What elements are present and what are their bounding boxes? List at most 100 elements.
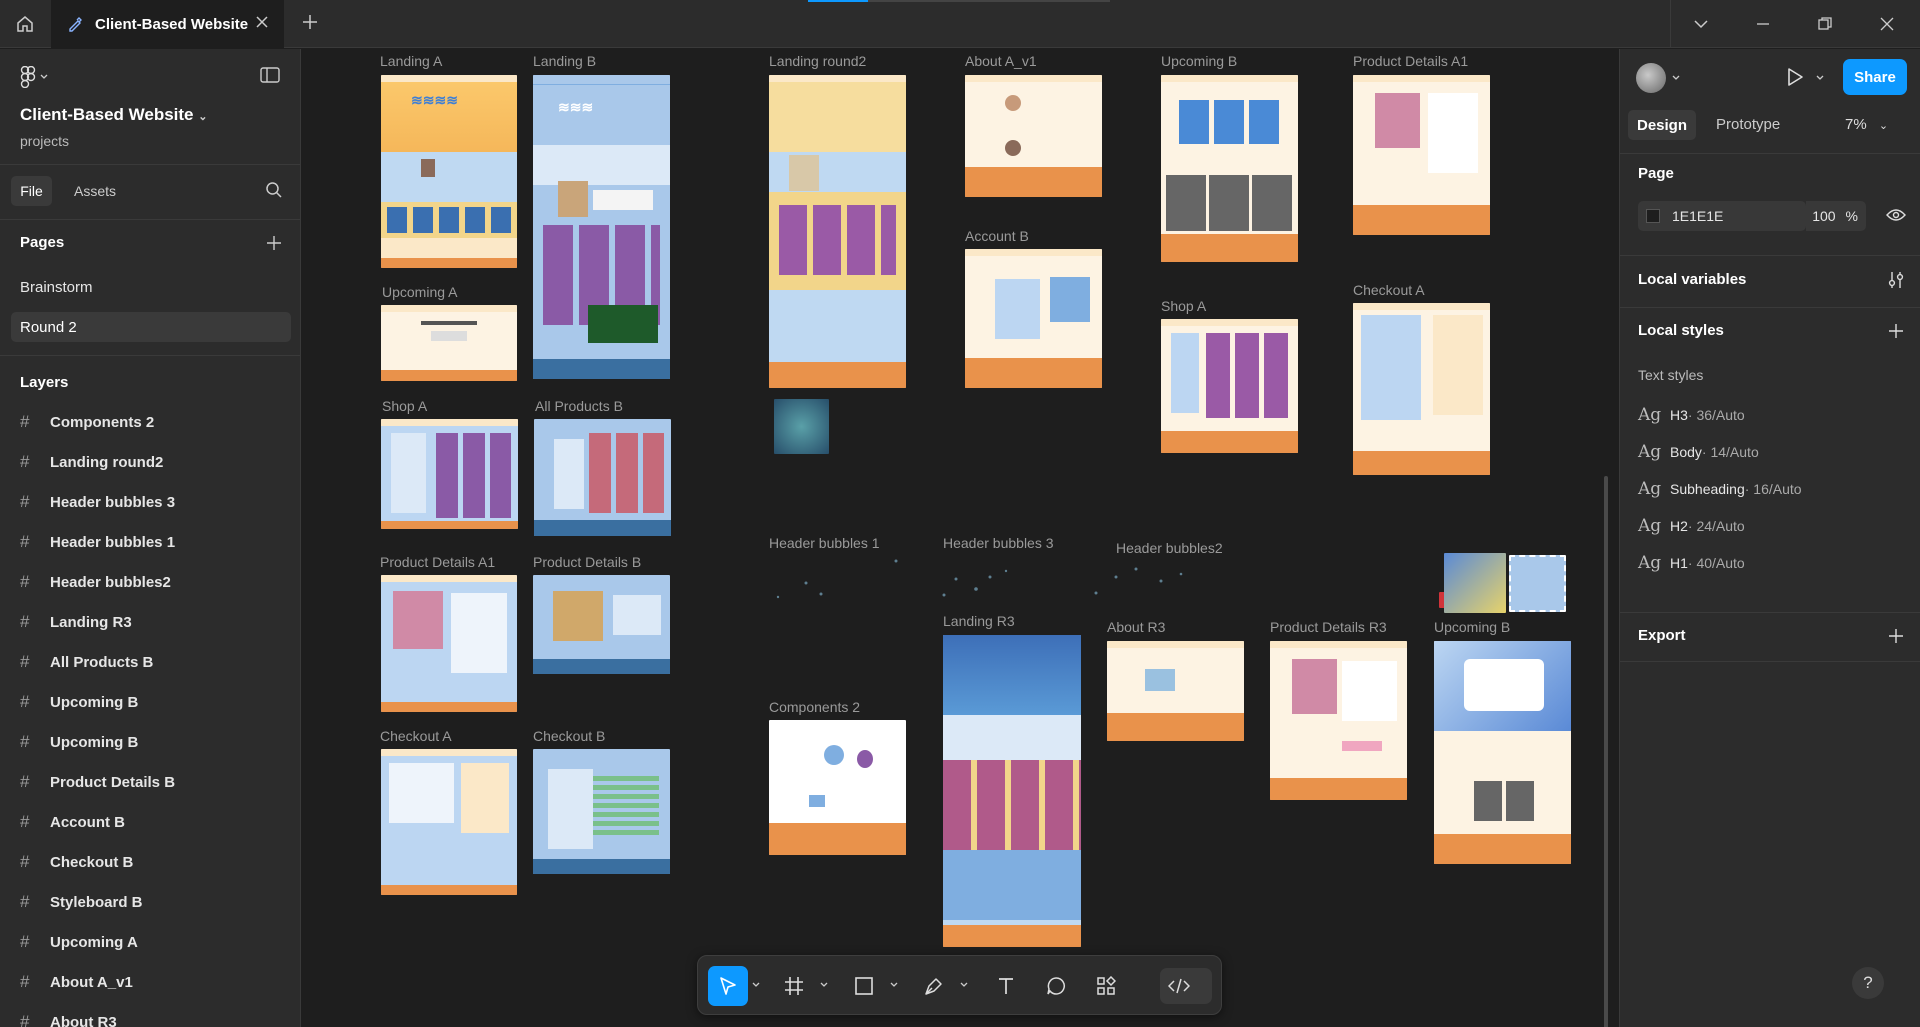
- layer-item[interactable]: # Components 2: [20, 412, 154, 432]
- chevron-down-icon[interactable]: [820, 982, 828, 988]
- frame-label[interactable]: Landing round2: [769, 53, 866, 69]
- layer-item[interactable]: # Header bubbles 3: [20, 492, 175, 512]
- page-item-round-2[interactable]: Round 2: [11, 312, 291, 342]
- restore-button[interactable]: [1794, 0, 1856, 48]
- search-layers-button[interactable]: [265, 181, 283, 199]
- page-opacity-field[interactable]: 100%: [1806, 201, 1866, 231]
- layer-item[interactable]: # Product Details B: [20, 772, 175, 792]
- tab-design[interactable]: Design: [1628, 110, 1696, 140]
- image-thumbnail[interactable]: [774, 399, 829, 454]
- frame-about-r3[interactable]: [1107, 641, 1244, 741]
- share-button[interactable]: Share: [1843, 59, 1907, 95]
- layer-item[interactable]: # Upcoming B: [20, 732, 138, 752]
- layer-item[interactable]: # About A_v1: [20, 972, 133, 992]
- avatar[interactable]: [1636, 63, 1666, 93]
- text-tool-button[interactable]: [988, 966, 1024, 1006]
- chevron-down-icon[interactable]: [1816, 75, 1824, 81]
- canvas[interactable]: Landing A ≋≋≋≋ Landing B ≋≋≋ Upcoming A …: [301, 49, 1619, 1027]
- project-folder[interactable]: projects: [20, 133, 69, 149]
- add-style-button[interactable]: [1888, 323, 1904, 339]
- frame-label[interactable]: Components 2: [769, 699, 860, 715]
- frame-product-details-a1[interactable]: [381, 575, 517, 712]
- promo-image[interactable]: [1444, 553, 1506, 613]
- frame-label[interactable]: Account B: [965, 228, 1029, 244]
- chevron-down-icon[interactable]: [960, 982, 968, 988]
- frame-label[interactable]: About A_v1: [965, 53, 1037, 69]
- frame-components-2[interactable]: [769, 720, 906, 855]
- frame-label[interactable]: Upcoming B: [1161, 53, 1237, 69]
- frame-product-details-b[interactable]: [533, 575, 670, 674]
- frame-checkout-b[interactable]: [533, 749, 670, 874]
- layer-item[interactable]: # About R3: [20, 1012, 117, 1027]
- layer-item[interactable]: # Upcoming A: [20, 932, 138, 952]
- frame-checkout-a-2[interactable]: [1353, 303, 1490, 475]
- frame-landing-b[interactable]: ≋≋≋: [533, 75, 670, 379]
- frame-label[interactable]: Landing A: [380, 53, 442, 69]
- frame-label[interactable]: Checkout B: [533, 728, 605, 744]
- frame-label[interactable]: Landing R3: [943, 613, 1015, 629]
- frame-label[interactable]: About R3: [1107, 619, 1165, 635]
- chevron-down-icon[interactable]: [1672, 75, 1680, 81]
- tabs-dropdown-button[interactable]: [1670, 0, 1732, 48]
- frame-landing-r3[interactable]: [943, 635, 1081, 947]
- tab-assets[interactable]: Assets: [74, 183, 116, 199]
- frame-all-products-b[interactable]: [534, 419, 671, 536]
- dev-mode-toggle[interactable]: [1160, 968, 1212, 1004]
- shape-tool-button[interactable]: [846, 966, 882, 1006]
- project-title[interactable]: Client-Based Website ⌄: [20, 105, 207, 125]
- zoom-dropdown[interactable]: 7% ⌄: [1845, 116, 1888, 133]
- frame-label[interactable]: Upcoming B: [1434, 619, 1510, 635]
- frame-label[interactable]: All Products B: [535, 398, 623, 414]
- frame-label[interactable]: Checkout A: [380, 728, 452, 744]
- pen-tool-button[interactable]: [916, 966, 952, 1006]
- frame-product-details-a1-2[interactable]: [1353, 75, 1490, 235]
- frame-upcoming-a[interactable]: [381, 305, 517, 381]
- present-button[interactable]: [1786, 67, 1804, 87]
- frame-upcoming-b-2[interactable]: [1434, 641, 1571, 864]
- layer-item[interactable]: # Upcoming B: [20, 692, 138, 712]
- page-color-field[interactable]: 1E1E1E: [1638, 201, 1806, 231]
- page-item-brainstorm[interactable]: Brainstorm: [11, 272, 291, 302]
- visibility-toggle[interactable]: [1886, 208, 1906, 222]
- text-style-item[interactable]: Ag H1 · 40/Auto: [1638, 553, 1745, 573]
- comment-tool-button[interactable]: [1038, 966, 1074, 1006]
- frame-landing-a[interactable]: ≋≋≋≋: [381, 75, 517, 268]
- layer-item[interactable]: # Header bubbles2: [20, 572, 171, 592]
- frame-checkout-a[interactable]: [381, 749, 517, 895]
- frame-label[interactable]: Landing B: [533, 53, 596, 69]
- color-swatch[interactable]: [1646, 209, 1660, 223]
- toggle-sidebar-button[interactable]: [260, 67, 280, 83]
- frame-label[interactable]: Product Details B: [533, 554, 641, 570]
- close-window-button[interactable]: [1856, 0, 1918, 48]
- frame-label[interactable]: Shop A: [1161, 298, 1206, 314]
- layer-item[interactable]: # All Products B: [20, 652, 153, 672]
- home-button[interactable]: [0, 0, 50, 48]
- new-tab-button[interactable]: [300, 12, 320, 32]
- frame-about-a-v1[interactable]: [965, 75, 1102, 197]
- frame-label[interactable]: Shop A: [382, 398, 427, 414]
- local-variables-heading[interactable]: Local variables: [1638, 271, 1746, 288]
- chevron-down-icon[interactable]: [752, 982, 760, 988]
- canvas-scrollbar[interactable]: [1604, 476, 1608, 1027]
- layer-item[interactable]: # Header bubbles 1: [20, 532, 175, 552]
- layer-item[interactable]: # Landing round2: [20, 452, 163, 472]
- layer-item[interactable]: # Styleboard B: [20, 892, 143, 912]
- tab-prototype[interactable]: Prototype: [1716, 116, 1780, 133]
- frame-shop-a[interactable]: [381, 419, 518, 529]
- move-tool-button[interactable]: [708, 966, 748, 1006]
- text-style-item[interactable]: Ag Body · 14/Auto: [1638, 442, 1759, 462]
- help-button[interactable]: ?: [1852, 967, 1884, 999]
- layer-item[interactable]: # Landing R3: [20, 612, 132, 632]
- frame-label[interactable]: Product Details A1: [380, 554, 495, 570]
- frame-shop-a-2[interactable]: [1161, 319, 1298, 453]
- close-tab-icon[interactable]: [254, 14, 270, 30]
- text-style-item[interactable]: Ag H3 · 36/Auto: [1638, 405, 1745, 425]
- promo-image[interactable]: [1509, 555, 1566, 612]
- text-style-item[interactable]: Ag Subheading · 16/Auto: [1638, 479, 1802, 499]
- minimize-button[interactable]: [1732, 0, 1794, 48]
- frame-label[interactable]: Checkout A: [1353, 282, 1425, 298]
- frame-tool-button[interactable]: [776, 966, 812, 1006]
- main-menu-button[interactable]: [20, 66, 48, 88]
- tab-file[interactable]: File: [11, 176, 52, 206]
- layer-item[interactable]: # Account B: [20, 812, 125, 832]
